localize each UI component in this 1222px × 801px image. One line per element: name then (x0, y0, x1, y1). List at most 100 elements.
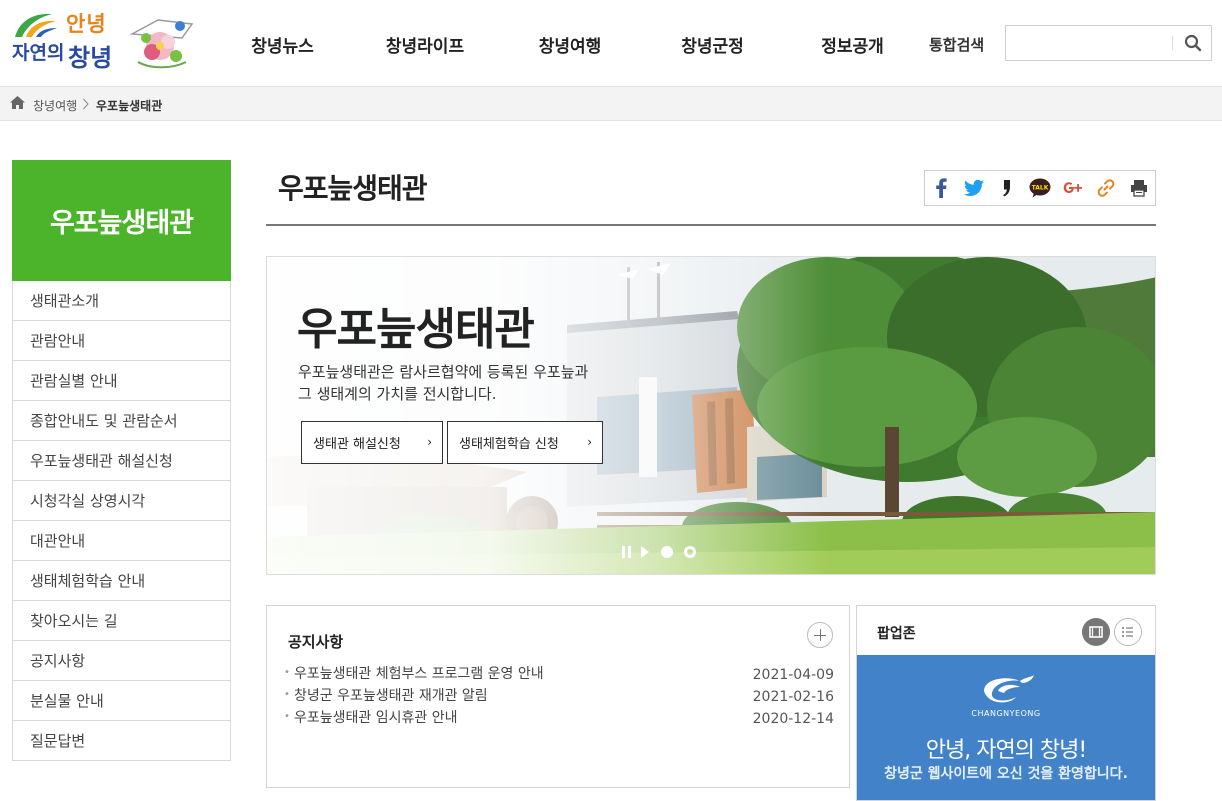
popup-banner-heading: 안녕, 자연의 창녕! (925, 738, 1087, 763)
logo-swirl-icon (15, 13, 57, 37)
sidebar-item-eco-learning[interactable]: 생태체험학습 안내 (13, 561, 230, 601)
chevron-right-icon: › (427, 435, 432, 449)
blog-share-button[interactable] (991, 171, 1024, 205)
notice-item-title[interactable]: 우포늪생태관 체험부스 프로그램 운영 안내 (294, 663, 544, 683)
nav-item-travel[interactable]: 창녕여행 (495, 32, 645, 57)
pause-icon[interactable] (622, 546, 632, 558)
play-icon[interactable] (640, 546, 650, 558)
sidebar-item-guide-map[interactable]: 종합안내도 및 관람순서 (13, 401, 230, 441)
nav-item-news[interactable]: 창녕뉴스 (210, 32, 355, 57)
list-item: • 우포늪생태관 임시휴관 안내 2020-12-14 (284, 705, 834, 727)
popup-slide-view-button[interactable] (1082, 618, 1110, 646)
sidebar-item-screening-times[interactable]: 시청각실 상영시각 (13, 481, 230, 521)
facebook-share-button[interactable] (925, 171, 958, 205)
page-title: 우포늪생태관 (278, 172, 428, 205)
integrated-search-label: 통합검색 (929, 36, 985, 54)
popup-zone-title: 팝업존 (877, 626, 916, 642)
list-item: • 우포늪생태관 체험부스 프로그램 운영 안내 2021-04-09 (284, 661, 834, 683)
sidebar-title: 우포늪생태관 (12, 160, 231, 281)
popup-list-view-button[interactable] (1114, 618, 1142, 646)
sidebar-item-qna[interactable]: 질문답변 (13, 721, 230, 761)
popup-banner-subtitle: 창녕군 웹사이트에 오신 것을 환영합니다. (884, 766, 1128, 782)
notice-item-title[interactable]: 창녕군 우포늪생태관 재개관 알림 (294, 685, 488, 705)
link-icon (1097, 179, 1115, 197)
notice-more-button[interactable] (807, 622, 833, 648)
logo-flower-icon (129, 19, 194, 69)
hero-description-line2: 그 생태계의 가치를 전시합니다. (298, 385, 497, 403)
notice-item-date: 2021-04-09 (752, 667, 834, 683)
eco-learning-request-button[interactable]: 생태체험학습 신청 › (447, 421, 603, 464)
print-icon (1130, 180, 1147, 197)
sidebar-item-lost-found[interactable]: 분실물 안내 (13, 681, 230, 721)
hero-description: 우포늪생태관은 람사르협약에 등록된 우포늪과 그 생태계의 가치를 전시합니다… (298, 361, 638, 405)
logo-text-nature: 자연의 (12, 42, 65, 64)
notice-item-date: 2021-02-16 (752, 689, 834, 705)
chevron-right-icon: › (587, 435, 592, 449)
sidebar-item-visit-info[interactable]: 관람안내 (13, 321, 230, 361)
sidebar-menu: 생태관소개 관람안내 관람실별 안내 종합안내도 및 관람순서 우포늪생태관 해… (12, 281, 231, 761)
hero-description-line1: 우포늪생태관은 람사르협약에 등록된 우포늪과 (298, 363, 589, 381)
slide-view-icon (1089, 626, 1103, 638)
logo-text-hello: 안녕 (66, 12, 107, 36)
eco-learning-request-label: 생태체험학습 신청 (459, 437, 559, 452)
bullet-icon: • (284, 689, 290, 700)
docent-request-label: 생태관 해설신청 (313, 437, 401, 452)
notice-item-date: 2020-12-14 (752, 711, 834, 727)
google-plus-share-button[interactable] (1056, 171, 1089, 205)
kakaotalk-label: TALK (1032, 185, 1049, 192)
site-header: 안녕 자연의 창녕 창녕뉴스 창녕라이프 창녕여행 창녕군정 정보공개 통합검색 (0, 0, 1222, 86)
nav-item-life[interactable]: 창녕라이프 (355, 32, 495, 57)
share-toolbar: TALK (924, 170, 1156, 206)
google-plus-icon (1063, 182, 1082, 193)
emblem-text: CHANGNYEONG (971, 709, 1041, 718)
notice-list: • 우포늪생태관 체험부스 프로그램 운영 안내 2021-04-09 • 창녕… (284, 661, 834, 727)
docent-request-button[interactable]: 생태관 해설신청 › (301, 421, 443, 464)
popup-banner[interactable]: CHANGNYEONG 안녕, 자연의 창녕! 창녕군 웹사이트에 오신 것을 … (857, 655, 1155, 800)
notice-board: 공지사항 • 우포늪생태관 체험부스 프로그램 운영 안내 2021-04-09… (266, 605, 850, 788)
facebook-icon (936, 178, 948, 198)
kakaotalk-icon: TALK (1029, 178, 1051, 198)
sidebar-item-docent-request[interactable]: 우포늪생태관 해설신청 (13, 441, 230, 481)
changnyeong-emblem-icon (984, 675, 1034, 703)
sidebar-item-exhibit-rooms[interactable]: 관람실별 안내 (13, 361, 230, 401)
copy-link-button[interactable] (1089, 171, 1122, 205)
kakaotalk-share-button[interactable]: TALK (1024, 171, 1057, 205)
search-icon (1184, 34, 1201, 51)
sidebar-item-directions[interactable]: 찾아오시는 길 (13, 601, 230, 641)
slide-dot-1[interactable] (661, 546, 673, 558)
chevron-right-icon (83, 98, 89, 110)
popup-zone: 팝업존 CHANGNYEONG 안녕, 자연의 창녕! 창녕군 웹사이트에 오신… (856, 605, 1156, 801)
list-icon (1122, 627, 1133, 637)
home-icon[interactable] (10, 96, 25, 109)
nav-item-government[interactable]: 창녕군정 (645, 32, 780, 57)
bullet-icon: • (284, 667, 290, 678)
notice-item-title[interactable]: 우포늪생태관 임시휴관 안내 (294, 707, 457, 727)
main-nav: 창녕뉴스 창녕라이프 창녕여행 창녕군정 정보공개 (210, 32, 925, 57)
blog-icon (1003, 180, 1011, 197)
breadcrumb-item-current: 우포늪생태관 (96, 99, 163, 113)
slider-controls (622, 546, 696, 558)
sidebar-item-notices[interactable]: 공지사항 (13, 641, 230, 681)
search-box (1005, 25, 1212, 61)
sidebar: 우포늪생태관 생태관소개 관람안내 관람실별 안내 종합안내도 및 관람순서 우… (12, 160, 231, 761)
list-item: • 창녕군 우포늪생태관 재개관 알림 2021-02-16 (284, 683, 834, 705)
sidebar-item-intro[interactable]: 생태관소개 (13, 281, 230, 321)
twitter-share-button[interactable] (958, 171, 991, 205)
breadcrumb-item-travel[interactable]: 창녕여행 (33, 97, 77, 114)
search-input[interactable] (1006, 26, 1172, 60)
breadcrumb: 창녕여행 우포늪생태관 (0, 86, 1222, 121)
title-underline (266, 224, 1156, 226)
sidebar-item-rental[interactable]: 대관안내 (13, 521, 230, 561)
hero-banner: 우포늪생태관 우포늪생태관은 람사르협약에 등록된 우포늪과 그 생태계의 가치… (266, 256, 1156, 575)
nav-item-information[interactable]: 정보공개 (780, 32, 925, 57)
site-logo[interactable]: 안녕 자연의 창녕 (10, 8, 200, 74)
twitter-icon (964, 180, 985, 196)
search-button[interactable] (1174, 26, 1211, 60)
logo-text-changnyeong: 창녕 (68, 44, 113, 72)
slide-dot-2[interactable] (684, 546, 696, 558)
notice-title: 공지사항 (288, 633, 344, 651)
hero-title: 우포늪생태관 (297, 304, 535, 355)
bullet-icon: • (284, 711, 290, 722)
print-button[interactable] (1122, 171, 1155, 205)
search-divider (1172, 36, 1173, 50)
